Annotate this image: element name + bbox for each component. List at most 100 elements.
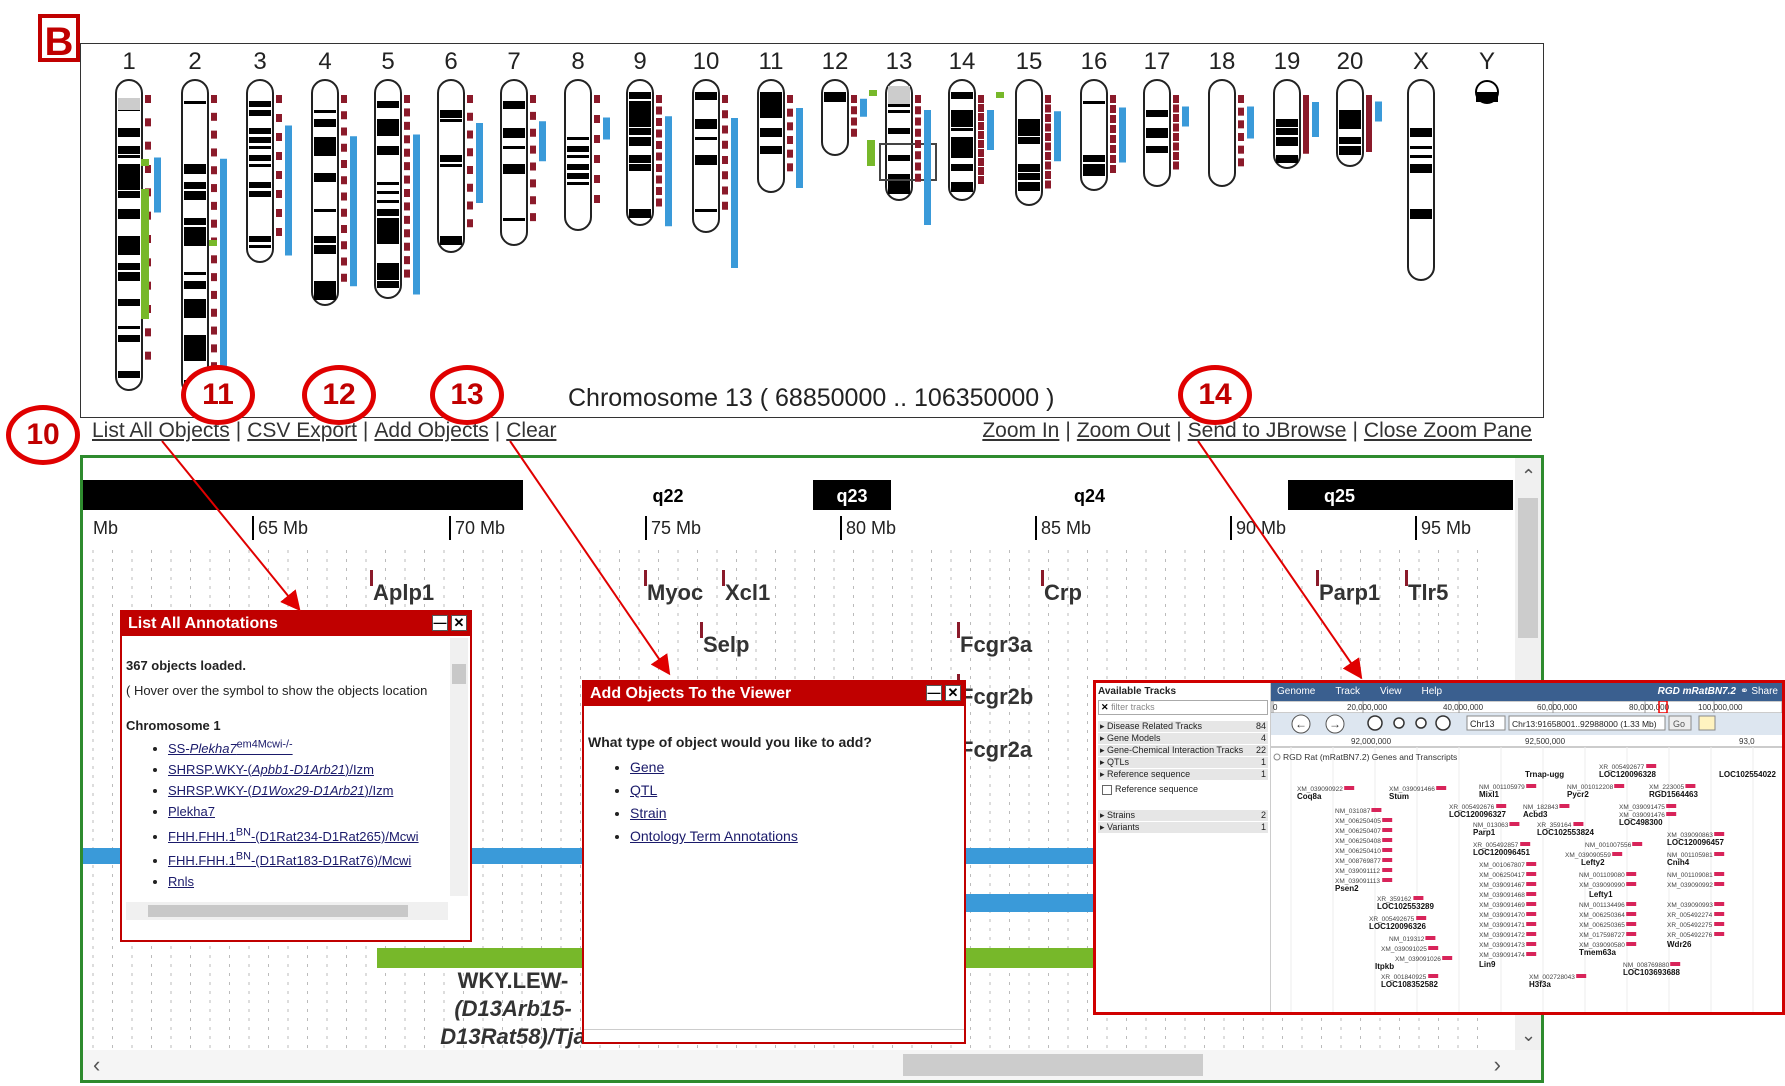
toolbar-separator: | xyxy=(1065,419,1071,442)
close-zoom-pane-link[interactable]: Close Zoom Pane xyxy=(1364,419,1532,442)
transcript-glyph xyxy=(1425,936,1436,940)
scroll-thumb[interactable] xyxy=(452,664,466,684)
annotation-text-sup: BN xyxy=(235,826,251,839)
minimize-icon[interactable]: — xyxy=(432,615,448,631)
scroll-up-icon[interactable]: ⌃ xyxy=(1521,466,1536,487)
transcript-glyph xyxy=(1714,902,1725,906)
qtl-bar xyxy=(860,98,867,117)
band xyxy=(377,263,399,273)
menu-genome[interactable]: Genome xyxy=(1277,686,1315,697)
list-horizontal-scrollbar[interactable] xyxy=(126,902,448,920)
marker xyxy=(1303,131,1309,140)
track-category[interactable]: ▸ Reference sequence 1 xyxy=(1098,769,1268,780)
close-icon[interactable]: ✕ xyxy=(451,615,467,631)
scroll-thumb[interactable] xyxy=(1518,498,1538,638)
window-titlebar[interactable]: Add Objects To the Viewer — ✕ xyxy=(584,682,964,706)
chromosome-17 xyxy=(1143,79,1171,187)
horizontal-scrollbar[interactable]: ‹ › xyxy=(83,1050,1541,1080)
marker xyxy=(1045,123,1051,132)
marker xyxy=(467,201,473,210)
track-category[interactable]: ▸ Variants 1 xyxy=(1098,822,1268,833)
annotation-link[interactable]: FHH.FHH.1BN-(D1Rat234-D1Rat265)/Mcwi xyxy=(168,826,419,843)
annotation-link[interactable]: FHH.FHH.1BN-(D1Rat183-D1Rat76)/Mcwi xyxy=(168,850,411,868)
scroll-down-icon[interactable]: ⌄ xyxy=(1521,1025,1536,1046)
track-category[interactable]: ▸ Gene Models 4 xyxy=(1098,733,1268,744)
checkbox-icon[interactable] xyxy=(1102,784,1112,795)
jbrowse-tracks[interactable]: 0 20,000,000 40,000,000 60,000,000 80,000,00… xyxy=(1271,701,1782,1012)
share-button[interactable]: ⚭ Share xyxy=(1740,686,1778,697)
clear-link[interactable]: Clear xyxy=(506,419,556,442)
chromosome-number-X: X xyxy=(1413,48,1429,75)
chromosome-13 xyxy=(885,79,913,201)
object-type-link-gene[interactable]: Gene xyxy=(630,759,664,775)
track-label: RGD Rat (mRatBN7.2) Genes and Transcript… xyxy=(1283,752,1457,762)
chromosome-5 xyxy=(374,79,402,299)
transcript-label: XM_039091469 xyxy=(1479,902,1525,909)
object-type-link-ontology-term-annotations[interactable]: Ontology Term Annotations xyxy=(630,828,798,844)
zoom-out-link[interactable]: Zoom Out xyxy=(1077,419,1170,442)
band xyxy=(1018,119,1040,129)
marker xyxy=(851,106,857,115)
location-input-value: Chr13:91658001..92988000 (1.33 Mb) xyxy=(1512,719,1657,729)
resize-grip[interactable] xyxy=(584,1029,964,1042)
scroll-thumb-horizontal[interactable] xyxy=(903,1054,1203,1076)
track-category[interactable]: ▸ QTLs 1 xyxy=(1098,757,1268,768)
minimize-icon[interactable]: — xyxy=(926,685,942,701)
band xyxy=(184,299,206,308)
gene-label: Pycr2 xyxy=(1567,790,1589,799)
filter-tracks-input[interactable]: ✕ filter tracks xyxy=(1098,700,1268,715)
band xyxy=(184,335,206,344)
marker xyxy=(404,135,410,144)
annotation-link[interactable]: Plekha7 xyxy=(168,804,215,819)
chromosome-ideograms[interactable]: 1 2 3 4 5 6 7 8 9 10 11 12 13 14 15 16 17 18 19 20 X Y xyxy=(81,44,1543,417)
window-titlebar[interactable]: List All Annotations — ✕ xyxy=(122,612,470,636)
marker xyxy=(722,171,728,180)
band xyxy=(760,146,782,154)
annotation-link[interactable]: SHRSP.WKY-(D1Wox29-D1Arb21)/Izm xyxy=(168,783,393,798)
band xyxy=(1410,146,1432,149)
transcript-glyph xyxy=(1526,892,1537,896)
scroll-left-icon[interactable]: ‹ xyxy=(93,1052,100,1078)
band xyxy=(629,128,651,135)
marker xyxy=(404,189,410,197)
filter-placeholder: filter tracks xyxy=(1111,702,1155,712)
track-category[interactable]: ▸ Disease Related Tracks 84 xyxy=(1098,721,1268,732)
marker xyxy=(1045,104,1051,113)
menu-view[interactable]: View xyxy=(1380,686,1402,697)
annotation-link[interactable]: SHRSP.WKY-(Apbb1-D1Arb21)/Izm xyxy=(168,762,374,777)
scroll-thumb-horizontal[interactable] xyxy=(148,905,408,917)
annotation-link[interactable]: Glom18 xyxy=(168,895,214,896)
annotation-link[interactable]: Rnls xyxy=(168,874,194,889)
list-vertical-scrollbar[interactable] xyxy=(450,638,468,896)
band xyxy=(249,110,271,116)
chromosome-3 xyxy=(246,79,274,263)
objects-loaded-text: 367 objects loaded. xyxy=(126,658,246,673)
gene-label-Myoc: Myoc xyxy=(647,580,703,605)
scroll-right-icon[interactable]: › xyxy=(1494,1052,1501,1078)
track-category[interactable]: ▸ Strains 2 xyxy=(1098,810,1268,821)
marker xyxy=(467,112,473,121)
annotation-text-sup: BN xyxy=(235,850,251,863)
transcript-label: XM_039091473 xyxy=(1479,942,1525,949)
menu-track[interactable]: Track xyxy=(1335,686,1360,697)
gene-label: Stum xyxy=(1389,792,1409,801)
object-type-link-qtl[interactable]: QTL xyxy=(630,782,657,798)
band xyxy=(249,245,271,248)
reference-sequence-checkbox[interactable]: Reference sequence xyxy=(1102,784,1264,806)
zoom-in-link[interactable]: Zoom In xyxy=(982,419,1059,442)
transcript-glyph xyxy=(1626,932,1637,936)
clear-filter-icon[interactable]: ✕ xyxy=(1101,702,1109,712)
annotation-link[interactable]: SS-Plekha7em4Mcwi-/- xyxy=(168,739,293,756)
close-icon[interactable]: ✕ xyxy=(945,685,961,701)
marker xyxy=(211,308,217,317)
track-category[interactable]: ▸ Gene-Chemical Interaction Tracks 22 xyxy=(1098,745,1268,756)
menu-help[interactable]: Help xyxy=(1422,686,1443,697)
transcript-glyph xyxy=(1614,784,1625,788)
jbrowse-view: Available Tracks ✕ filter tracks ▸ Disea… xyxy=(1093,680,1785,1015)
transcript-label: XM_006250405 xyxy=(1335,818,1381,825)
share-label: Share xyxy=(1751,686,1778,697)
transcript-glyph xyxy=(1714,832,1725,836)
marker xyxy=(1366,144,1372,152)
object-type-link-strain[interactable]: Strain xyxy=(630,805,667,821)
band xyxy=(1083,173,1105,176)
